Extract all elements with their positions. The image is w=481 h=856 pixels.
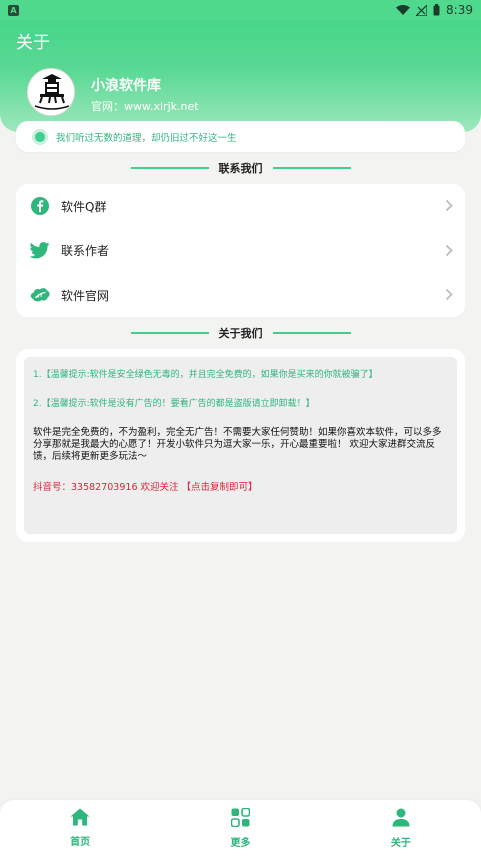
contact-item-label: 软件官网 bbox=[61, 288, 110, 303]
divider-line bbox=[130, 332, 209, 334]
page-title: 关于 bbox=[16, 33, 50, 53]
motto-text: 我们听过无数的道理，却仍旧过不好这一生 bbox=[56, 132, 237, 144]
status-right: 8:39 bbox=[396, 3, 473, 17]
motto-bar: 我们听过无数的道理，却仍旧过不好这一生 bbox=[16, 121, 465, 152]
home-icon bbox=[70, 808, 90, 830]
contact-heading-label: 联系我们 bbox=[218, 162, 263, 175]
battery-icon bbox=[433, 4, 440, 16]
contact-item-label: 联系作者 bbox=[61, 244, 110, 259]
divider-line bbox=[130, 167, 209, 169]
about-heading-label: 关于我们 bbox=[218, 327, 263, 340]
about-description: 软件是完全免费的，不为盈利，完全无广告！不需要大家任何赞助！如果你喜欢本软件，可… bbox=[33, 427, 442, 462]
user-icon bbox=[392, 808, 410, 831]
divider-line bbox=[272, 332, 351, 334]
about-content: 1.【温馨提示:软件是安全绿色无毒的，并且完全免费的，如果你是买来的你就被骗了】… bbox=[24, 357, 457, 534]
about-section-heading: 关于我们 bbox=[0, 324, 481, 342]
status-bar: A 8:39 bbox=[0, 0, 481, 20]
chevron-right-icon bbox=[445, 286, 453, 305]
signal-icon bbox=[416, 4, 428, 16]
divider-line bbox=[272, 167, 351, 169]
douyin-copy-link[interactable]: 抖音号：33582703916 欢迎关注 【点击复制即可】 bbox=[33, 479, 447, 493]
bottom-navigation: 首页 更多 关于 bbox=[0, 800, 481, 856]
nav-item-home[interactable]: 首页 bbox=[40, 808, 120, 848]
nav-item-about[interactable]: 关于 bbox=[361, 808, 441, 849]
notification-badge-icon: A bbox=[8, 4, 19, 16]
nav-item-more[interactable]: 更多 bbox=[200, 807, 280, 849]
nav-label: 关于 bbox=[390, 837, 411, 849]
nav-label: 首页 bbox=[70, 837, 91, 848]
chevron-right-icon bbox=[445, 241, 453, 260]
wifi-icon bbox=[396, 4, 411, 16]
leaf-cloud-icon bbox=[30, 285, 50, 305]
contact-item-qq-group[interactable]: 软件Q群 bbox=[16, 184, 465, 229]
status-time: 8:39 bbox=[446, 3, 473, 17]
contact-item-label: 软件Q群 bbox=[61, 199, 107, 214]
twitter-bird-icon bbox=[30, 241, 50, 261]
app-name: 小浪软件库 bbox=[91, 78, 161, 94]
app-logo-avatar bbox=[27, 68, 75, 116]
contact-item-website[interactable]: 软件官网 bbox=[16, 273, 465, 318]
chevron-right-icon bbox=[445, 197, 453, 216]
contact-section-heading: 联系我们 bbox=[0, 159, 481, 177]
contact-card: 软件Q群 联系作者 软件官网 bbox=[16, 184, 465, 317]
about-card: 1.【温馨提示:软件是安全绿色无毒的，并且完全免费的，如果你是买来的你就被骗了】… bbox=[16, 349, 465, 542]
status-left: A bbox=[8, 4, 19, 16]
apps-icon bbox=[230, 807, 251, 831]
contact-item-author[interactable]: 联系作者 bbox=[16, 229, 465, 274]
facebook-icon bbox=[30, 196, 50, 216]
about-tip-2: 2.【温馨提示:软件是没有广告的！要看广告的都是盗版请立即卸载！】 bbox=[33, 399, 315, 409]
header-banner bbox=[0, 20, 481, 132]
nav-label: 更多 bbox=[230, 837, 251, 849]
website-link[interactable]: 官网：www.xlrjk.net bbox=[91, 98, 199, 114]
about-tip-1: 1.【温馨提示:软件是安全绿色无毒的，并且完全免费的，如果你是买来的你就被骗了】 bbox=[33, 370, 378, 380]
motto-dot-icon bbox=[32, 128, 48, 145]
app-logo-icon bbox=[28, 69, 74, 115]
